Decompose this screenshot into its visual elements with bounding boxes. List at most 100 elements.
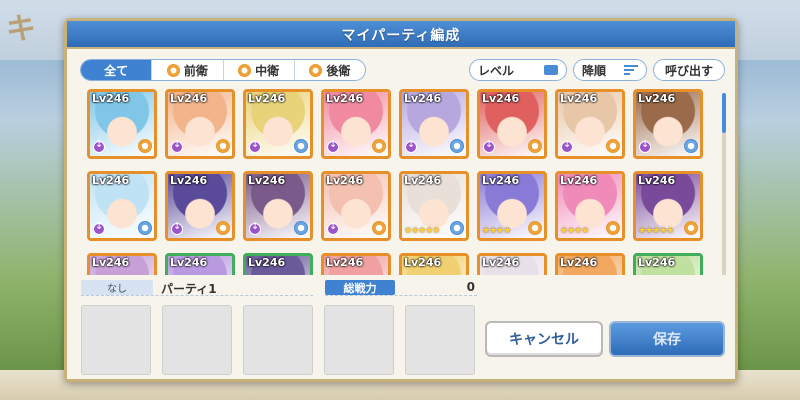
position-icon	[606, 221, 620, 235]
character-card[interactable]: Lv246	[633, 89, 703, 159]
party-slot[interactable]	[324, 305, 394, 375]
party-name[interactable]: パーティ1	[161, 280, 217, 297]
character-level: Lv246	[170, 174, 208, 187]
party-slot[interactable]	[405, 305, 475, 375]
character-level: Lv246	[326, 174, 364, 187]
character-level: Lv246	[326, 256, 364, 269]
call-party-label: 呼び出す	[664, 63, 713, 78]
sort-order-button[interactable]: 降順	[573, 59, 647, 81]
tab-back[interactable]: 後衛	[293, 60, 365, 80]
party-edit-dialog: マイパーティ編成 全て 前衛 中衛 後衛 レベル 降順 呼び出す Lv246Lv…	[64, 18, 738, 382]
character-level: Lv246	[92, 92, 130, 105]
character-card[interactable]: Lv246 ★★★★	[555, 171, 625, 241]
character-card[interactable]: Lv246	[165, 89, 235, 159]
party-slot[interactable]	[81, 305, 151, 375]
character-level: Lv246	[326, 92, 364, 105]
position-icon	[294, 139, 308, 153]
sort-key-label: レベル	[478, 63, 515, 78]
dialog-header: マイパーティ編成	[67, 21, 735, 49]
character-level: Lv246	[248, 92, 286, 105]
rank-icon	[405, 139, 417, 153]
rank-icon	[249, 139, 261, 153]
character-level: Lv246	[248, 256, 286, 269]
position-icon	[216, 139, 230, 153]
character-card[interactable]: Lv246 ★★★★★	[399, 171, 469, 241]
position-icon	[450, 139, 464, 153]
total-power-row: 総戦力 0	[325, 280, 477, 296]
sort-key-button[interactable]: レベル	[469, 59, 567, 81]
character-card[interactable]: Lv246	[555, 89, 625, 159]
position-icon	[372, 139, 386, 153]
call-party-button[interactable]: 呼び出す	[653, 59, 725, 81]
tab-front[interactable]: 前衛	[151, 60, 222, 80]
character-card[interactable]: Lv246	[399, 89, 469, 159]
character-card[interactable]: Lv246	[321, 89, 391, 159]
character-level: Lv246	[170, 256, 208, 269]
position-icon	[684, 139, 698, 153]
position-icon	[528, 139, 542, 153]
total-power-value: 0	[466, 280, 475, 294]
character-card[interactable]: Lv246	[243, 171, 313, 241]
character-card[interactable]: Lv246	[477, 89, 547, 159]
sort-order-label: 降順	[582, 63, 607, 78]
sort-descending-icon	[624, 65, 638, 75]
character-level: Lv246	[638, 92, 676, 105]
character-level: Lv246	[482, 92, 520, 105]
character-level: Lv246	[560, 256, 598, 269]
save-button[interactable]: 保存	[609, 321, 725, 357]
position-icon	[372, 221, 386, 235]
position-icon	[294, 221, 308, 235]
position-icon	[238, 63, 252, 77]
position-icon	[528, 221, 542, 235]
party-slot[interactable]	[243, 305, 313, 375]
character-grid: Lv246Lv246Lv246Lv246Lv246Lv246Lv246Lv246…	[87, 89, 723, 293]
total-power-label: 総戦力	[325, 280, 395, 295]
tab-middle[interactable]: 中衛	[222, 60, 294, 80]
tab-label: 全て	[104, 63, 129, 78]
character-level: Lv246	[482, 256, 520, 269]
rank-icon	[327, 139, 339, 153]
character-level: Lv246	[404, 174, 442, 187]
position-icon	[450, 221, 464, 235]
character-level: Lv246	[560, 174, 598, 187]
character-card[interactable]: Lv246	[321, 171, 391, 241]
character-level: Lv246	[560, 92, 598, 105]
rank-icon	[249, 221, 261, 235]
character-level: Lv246	[248, 174, 286, 187]
cancel-button[interactable]: キャンセル	[485, 321, 603, 357]
character-card[interactable]: Lv246	[243, 89, 313, 159]
character-card[interactable]: Lv246	[165, 171, 235, 241]
character-card[interactable]: Lv246	[87, 89, 157, 159]
position-icon	[684, 221, 698, 235]
position-icon	[138, 221, 152, 235]
rank-icon	[483, 139, 495, 153]
character-level: Lv246	[92, 174, 130, 187]
rank-icon	[639, 139, 651, 153]
scroll-thumb[interactable]	[722, 93, 726, 133]
position-icon	[606, 139, 620, 153]
position-filter-tabs: 全て 前衛 中衛 後衛	[80, 59, 366, 81]
tab-all[interactable]: 全て	[81, 60, 152, 80]
party-slot[interactable]	[162, 305, 232, 375]
position-icon	[166, 63, 180, 77]
party-panel: なし パーティ1 総戦力 0 キャンセル 保存	[67, 275, 735, 379]
rank-icon	[327, 221, 339, 235]
position-icon	[309, 63, 323, 77]
rank-icon	[171, 221, 183, 235]
tab-label: 後衛	[326, 63, 351, 78]
rank-icon	[93, 139, 105, 153]
character-level: Lv246	[638, 256, 676, 269]
party-tag: なし	[81, 280, 153, 295]
character-level: Lv246	[482, 174, 520, 187]
rank-icon	[171, 139, 183, 153]
character-level: Lv246	[404, 92, 442, 105]
rank-icon	[93, 221, 105, 235]
tab-label: 前衛	[183, 63, 208, 78]
grid-scrollbar[interactable]	[722, 93, 726, 289]
character-card[interactable]: Lv246	[87, 171, 157, 241]
position-icon	[216, 221, 230, 235]
character-card[interactable]: Lv246 ★★★★	[477, 171, 547, 241]
character-card[interactable]: Lv246 ★★★★★	[633, 171, 703, 241]
position-icon	[138, 139, 152, 153]
character-level: Lv246	[170, 92, 208, 105]
